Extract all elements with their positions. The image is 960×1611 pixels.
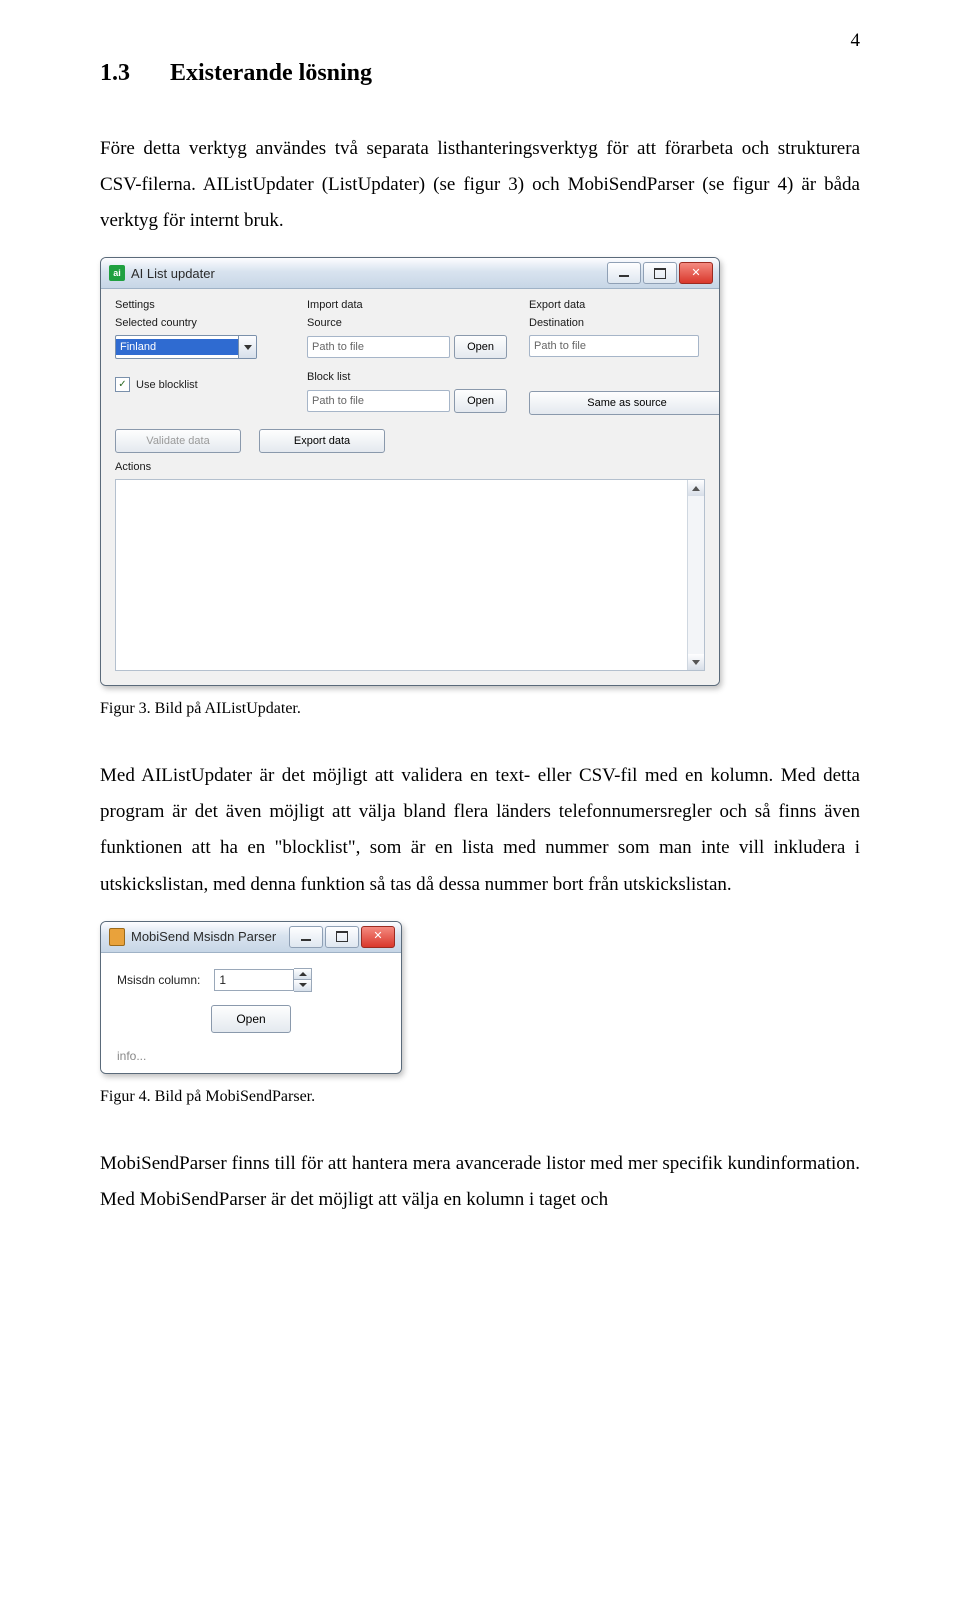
scroll-down-icon[interactable] (688, 654, 704, 670)
msisdn-column-value[interactable]: 1 (214, 969, 294, 991)
same-as-source-button[interactable]: Same as source (529, 391, 720, 415)
window-title: MobiSend Msisdn Parser (131, 929, 276, 944)
checkbox-icon: ✓ (115, 377, 130, 392)
titlebar[interactable]: MobiSend Msisdn Parser (101, 922, 401, 953)
export-data-button[interactable]: Export data (259, 429, 385, 453)
minimize-icon[interactable] (607, 262, 641, 284)
ailistupdater-window: ai AI List updater Settings Selected cou… (100, 257, 720, 686)
source-label: Source (307, 317, 507, 329)
source-path-input[interactable]: Path to file (307, 336, 450, 358)
destination-path-input[interactable]: Path to file (529, 335, 699, 357)
figure3-caption: Figur 3. Bild på AIListUpdater. (100, 700, 860, 718)
msisdn-column-stepper[interactable]: 1 (214, 969, 312, 991)
chevron-down-icon[interactable] (238, 336, 256, 358)
titlebar[interactable]: ai AI List updater (101, 258, 719, 289)
msisdn-column-label: Msisdn column: (117, 973, 200, 987)
info-label: info... (117, 1049, 385, 1063)
destination-label: Destination (529, 317, 699, 329)
settings-label: Settings (115, 299, 285, 311)
close-icon[interactable] (679, 262, 713, 284)
export-data-label: Export data (529, 299, 699, 311)
open-blocklist-button[interactable]: Open (454, 389, 507, 413)
import-data-label: Import data (307, 299, 507, 311)
paragraph-msp-desc: MobiSendParser finns till för att hanter… (100, 1146, 860, 1218)
actions-label: Actions (115, 461, 705, 473)
figure4-caption: Figur 4. Bild på MobiSendParser. (100, 1088, 860, 1106)
paragraph-ailu-desc: Med AIListUpdater är det möjligt att val… (100, 758, 860, 902)
open-source-button[interactable]: Open (454, 335, 507, 359)
maximize-icon[interactable] (643, 262, 677, 284)
paragraph-intro: Före detta verktyg användes två separata… (100, 131, 860, 239)
use-blocklist-checkbox[interactable]: ✓ Use blocklist (115, 377, 285, 392)
maximize-icon[interactable] (325, 926, 359, 948)
section-number: 1.3 (100, 60, 170, 87)
ai-app-icon: ai (109, 265, 125, 281)
use-blocklist-label: Use blocklist (136, 379, 198, 391)
open-file-button[interactable]: Open (211, 1005, 290, 1033)
validate-data-button[interactable]: Validate data (115, 429, 241, 453)
mobisend-app-icon (109, 929, 125, 945)
actions-textarea[interactable] (115, 479, 705, 671)
section-title: Existerande lösning (170, 60, 372, 86)
mobisendparser-window: MobiSend Msisdn Parser Msisdn column: 1 (100, 921, 402, 1074)
close-icon[interactable] (361, 926, 395, 948)
section-heading: 1.3Existerande lösning (100, 60, 860, 87)
step-down-icon[interactable] (294, 979, 311, 991)
window-title: AI List updater (131, 266, 215, 281)
block-list-label: Block list (307, 371, 507, 383)
step-up-icon[interactable] (294, 969, 311, 980)
country-select[interactable]: Finland (115, 335, 257, 359)
blocklist-path-input[interactable]: Path to file (307, 390, 450, 412)
minimize-icon[interactable] (289, 926, 323, 948)
scroll-up-icon[interactable] (688, 480, 704, 496)
page-number: 4 (851, 30, 861, 52)
country-value: Finland (116, 339, 238, 355)
selected-country-label: Selected country (115, 317, 285, 329)
scrollbar[interactable] (687, 480, 704, 670)
